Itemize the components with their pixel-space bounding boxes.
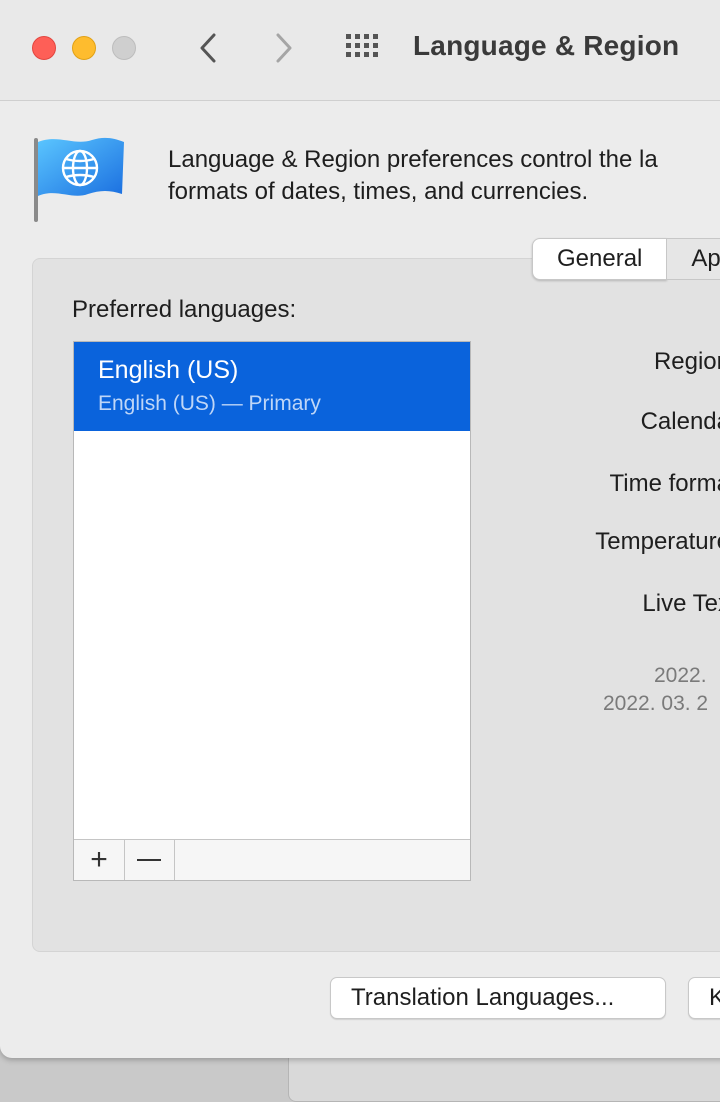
live-text-label: Live Tex xyxy=(642,590,720,617)
globe-flag-icon xyxy=(30,132,130,224)
minus-icon xyxy=(137,859,161,861)
minimize-button[interactable] xyxy=(72,36,96,60)
language-name: English (US) xyxy=(98,356,239,384)
date-sample-line-1: 2022. xyxy=(654,664,707,687)
temperature-label: Temperature xyxy=(595,528,720,555)
region-settings-labels: Region Calenda Time forma Temperature Li… xyxy=(560,0,720,760)
back-button[interactable] xyxy=(192,30,224,66)
translation-languages-button[interactable]: Translation Languages... xyxy=(330,977,666,1019)
list-item[interactable]: English (US) English (US) — Primary xyxy=(74,342,470,431)
grid-icon xyxy=(346,34,378,57)
remove-language-button[interactable] xyxy=(124,840,175,880)
chevron-left-icon xyxy=(200,33,216,63)
zoom-button[interactable] xyxy=(112,36,136,60)
language-subtitle: English (US) — Primary xyxy=(98,392,321,415)
date-sample-line-2: 2022. 03. 2 xyxy=(603,692,709,715)
preferred-languages-list[interactable]: English (US) English (US) — Primary + xyxy=(73,341,471,881)
calendar-label: Calenda xyxy=(640,408,720,435)
forward-button[interactable] xyxy=(268,30,300,66)
time-format-label: Time forma xyxy=(609,470,720,497)
list-toolbar: + xyxy=(74,839,470,880)
preferred-languages-label: Preferred languages: xyxy=(72,296,297,323)
region-label: Region xyxy=(653,348,720,375)
close-button[interactable] xyxy=(32,36,56,60)
preferences-window: Language & Region Language & Region pref… xyxy=(0,0,720,1058)
add-language-button[interactable]: + xyxy=(74,840,125,880)
show-all-button[interactable] xyxy=(344,32,384,64)
chevron-right-icon xyxy=(276,33,292,63)
keyboard-preferences-button[interactable]: K xyxy=(688,977,720,1019)
